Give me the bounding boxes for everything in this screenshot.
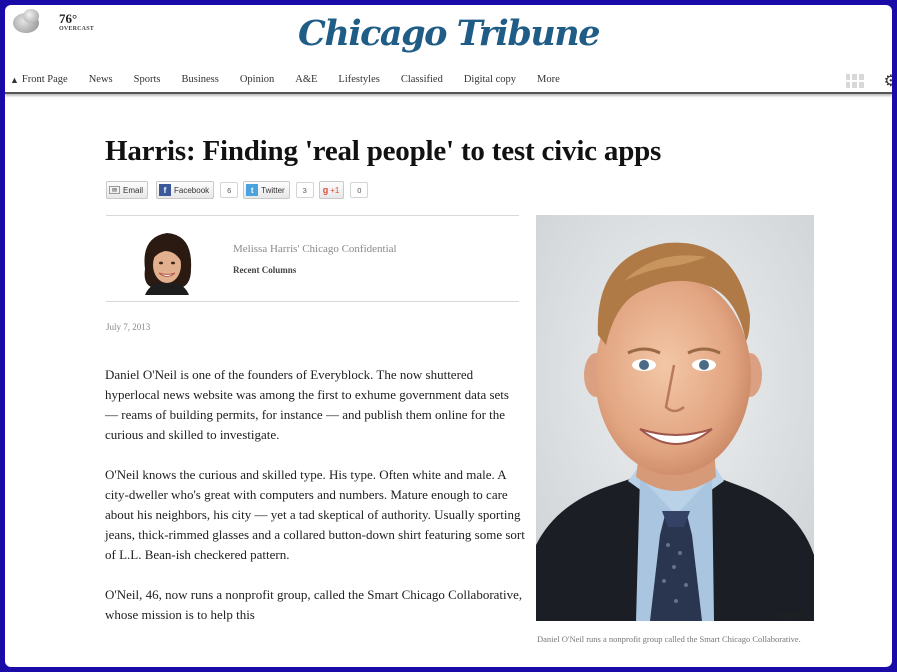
- gplus-share-button[interactable]: g +1: [318, 181, 345, 199]
- nav-item-more[interactable]: More: [537, 74, 560, 85]
- email-share-button[interactable]: ✉ Email: [106, 181, 149, 199]
- recent-columns-link[interactable]: Recent Columns: [233, 265, 296, 275]
- twitter-share-button[interactable]: t Twitter: [243, 181, 290, 199]
- facebook-share-label: Facebook: [174, 185, 210, 195]
- share-bar: ✉ Email f Facebook 6 t Twitter 3 g +1 0: [106, 181, 373, 199]
- divider: [106, 301, 519, 302]
- article-paragraph: O'Neil, 46, now runs a nonprofit group, …: [105, 587, 523, 622]
- divider: [106, 215, 519, 216]
- grid-icon[interactable]: [845, 74, 864, 88]
- nav-item-classified[interactable]: Classified: [401, 74, 443, 85]
- article-paragraph: O'Neil knows the curious and skilled typ…: [105, 467, 525, 562]
- site-logo[interactable]: Chicago Tribune: [5, 13, 892, 54]
- nav-item-label: Front Page: [21, 74, 68, 85]
- author-avatar[interactable]: [135, 225, 199, 295]
- envelope-icon: ✉: [109, 186, 120, 194]
- twitter-icon: t: [246, 184, 259, 196]
- nav-item-sports[interactable]: Sports: [134, 74, 161, 85]
- nav-item-business[interactable]: Business: [181, 74, 218, 85]
- article-paragraph: Daniel O'Neil is one of the founders of …: [105, 367, 509, 442]
- nav-item-opinion[interactable]: Opinion: [240, 74, 274, 85]
- home-icon: ▲: [10, 74, 19, 85]
- nav-item-front-page[interactable]: ▲ Front Page: [10, 74, 68, 85]
- article-body: Daniel O'Neil is one of the founders of …: [105, 365, 525, 645]
- article-photo[interactable]: [536, 215, 814, 621]
- browser-page: 76° OVERCAST Chicago Tribune ▲ Front Pag…: [5, 5, 892, 667]
- article-headline: Harris: Finding 'real people' to test ci…: [105, 135, 662, 167]
- gear-icon[interactable]: ⚙: [884, 71, 892, 91]
- facebook-icon: f: [159, 184, 172, 196]
- facebook-share-count: 6: [220, 182, 239, 198]
- twitter-share-label: Twitter: [261, 185, 285, 195]
- author-name[interactable]: Melissa Harris' Chicago Confidential: [233, 243, 397, 255]
- gplus-share-count: 0: [350, 182, 369, 198]
- nav-item-news[interactable]: News: [89, 74, 113, 85]
- nav-item-lifestyles[interactable]: Lifestyles: [338, 74, 379, 85]
- photo-caption: Daniel O'Neil runs a nonprofit group cal…: [537, 634, 801, 644]
- email-share-label: Email: [123, 185, 144, 195]
- gplus-icon: g: [322, 185, 329, 195]
- nav-item-digital-copy[interactable]: Digital copy: [464, 74, 516, 85]
- gplus-share-label: +1: [330, 185, 340, 195]
- facebook-share-button[interactable]: f Facebook: [156, 181, 215, 199]
- main-nav: ▲ Front Page News Sports Business Opinio…: [5, 67, 892, 94]
- nav-item-ae[interactable]: A&E: [295, 74, 317, 85]
- photo-credit: HANDOUT: [776, 613, 803, 619]
- article-date: July 7, 2013: [106, 322, 151, 332]
- twitter-share-count: 3: [295, 182, 314, 198]
